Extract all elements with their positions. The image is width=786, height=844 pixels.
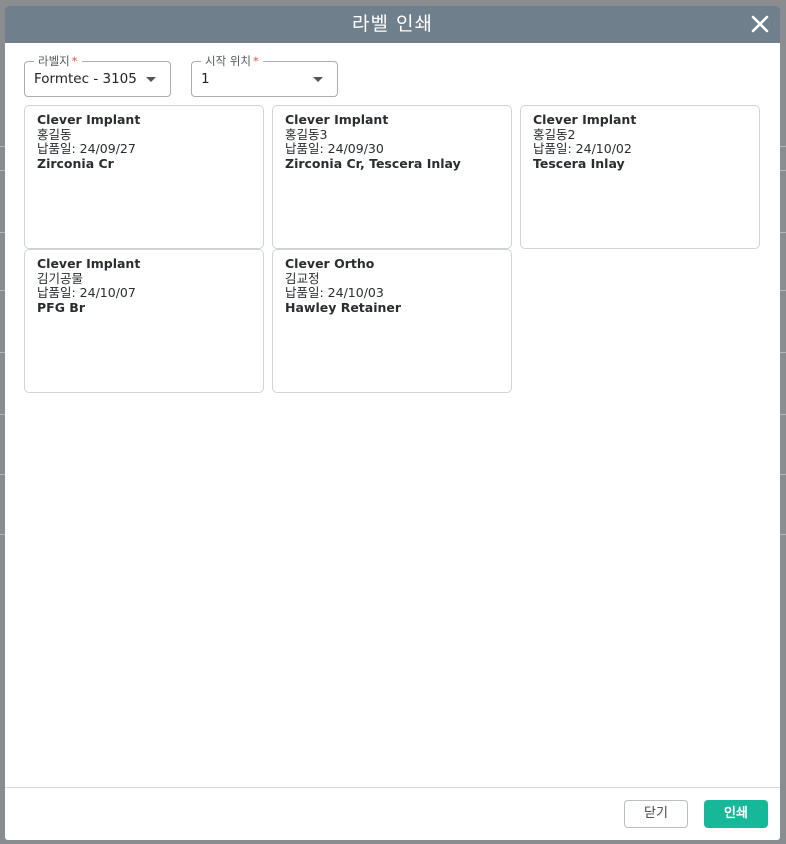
print-button[interactable]: 인쇄 [704, 800, 768, 828]
close-button[interactable]: 닫기 [624, 800, 688, 828]
label-delivery-date: 납품일: 24/10/02 [533, 141, 632, 156]
label-delivery-date: 납품일: 24/10/07 [37, 285, 136, 300]
label-print-dialog: 라벨 인쇄 라벨지 * Formtec - 3105 시작 위치 * 1 Cleve… [5, 6, 780, 840]
background-divider [780, 534, 786, 535]
background-divider [780, 232, 786, 233]
label-paper-select[interactable]: 라벨지 * Formtec - 3105 [24, 53, 171, 97]
start-position-legend: 시작 위치 * [201, 53, 263, 69]
label-company: Clever Ortho [285, 256, 375, 271]
label-patient: 홍길동2 [533, 126, 576, 142]
label-card: Clever Implant 김기공물 납품일: 24/10/07 PFG Br [24, 249, 264, 393]
label-card: Clever Ortho 김교정 납품일: 24/10/03 Hawley Re… [272, 249, 512, 393]
background-divider [780, 290, 786, 291]
background-divider [780, 474, 786, 475]
start-position-label: 시작 위치 [205, 54, 251, 68]
label-card: Clever Implant 홍길동3 납품일: 24/09/30 Zircon… [272, 105, 512, 249]
chevron-down-icon [313, 77, 323, 82]
label-product: Hawley Retainer [285, 299, 402, 315]
label-company: Clever Implant [285, 112, 389, 127]
label-product: Zirconia Cr, Tescera Inlay [285, 155, 461, 171]
label-card: Clever Implant 홍길동2 납품일: 24/10/02 Tescer… [520, 105, 760, 249]
start-position-value: 1 [201, 71, 210, 87]
required-mark: * [252, 54, 259, 68]
background-divider [780, 146, 786, 147]
label-delivery-date: 납품일: 24/10/03 [285, 285, 384, 300]
background-divider [780, 352, 786, 353]
start-position-select[interactable]: 시작 위치 * 1 [191, 53, 338, 97]
label-delivery-date: 납품일: 24/09/27 [37, 141, 136, 156]
label-company: Clever Implant [533, 112, 637, 127]
dialog-header: 라벨 인쇄 [5, 6, 780, 43]
label-product: PFG Br [37, 299, 86, 315]
label-patient: 홍길동 [37, 126, 72, 142]
background-divider [780, 414, 786, 415]
label-paper-value: Formtec - 3105 [34, 71, 137, 87]
close-icon[interactable] [748, 12, 772, 36]
label-patient: 김기공물 [37, 270, 84, 286]
label-card: Clever Implant 홍길동 납품일: 24/09/27 Zirconi… [24, 105, 264, 249]
label-company: Clever Implant [37, 256, 141, 271]
label-patient: 홍길동3 [285, 126, 328, 142]
label-company: Clever Implant [37, 112, 141, 127]
label-patient: 김교정 [285, 270, 320, 286]
label-delivery-date: 납품일: 24/09/30 [285, 141, 384, 156]
label-product: Tescera Inlay [533, 155, 625, 171]
background-divider [780, 170, 786, 171]
dialog-title: 라벨 인쇄 [352, 13, 433, 35]
label-product: Zirconia Cr [37, 155, 114, 171]
footer-divider [5, 787, 780, 788]
chevron-down-icon [146, 77, 156, 82]
